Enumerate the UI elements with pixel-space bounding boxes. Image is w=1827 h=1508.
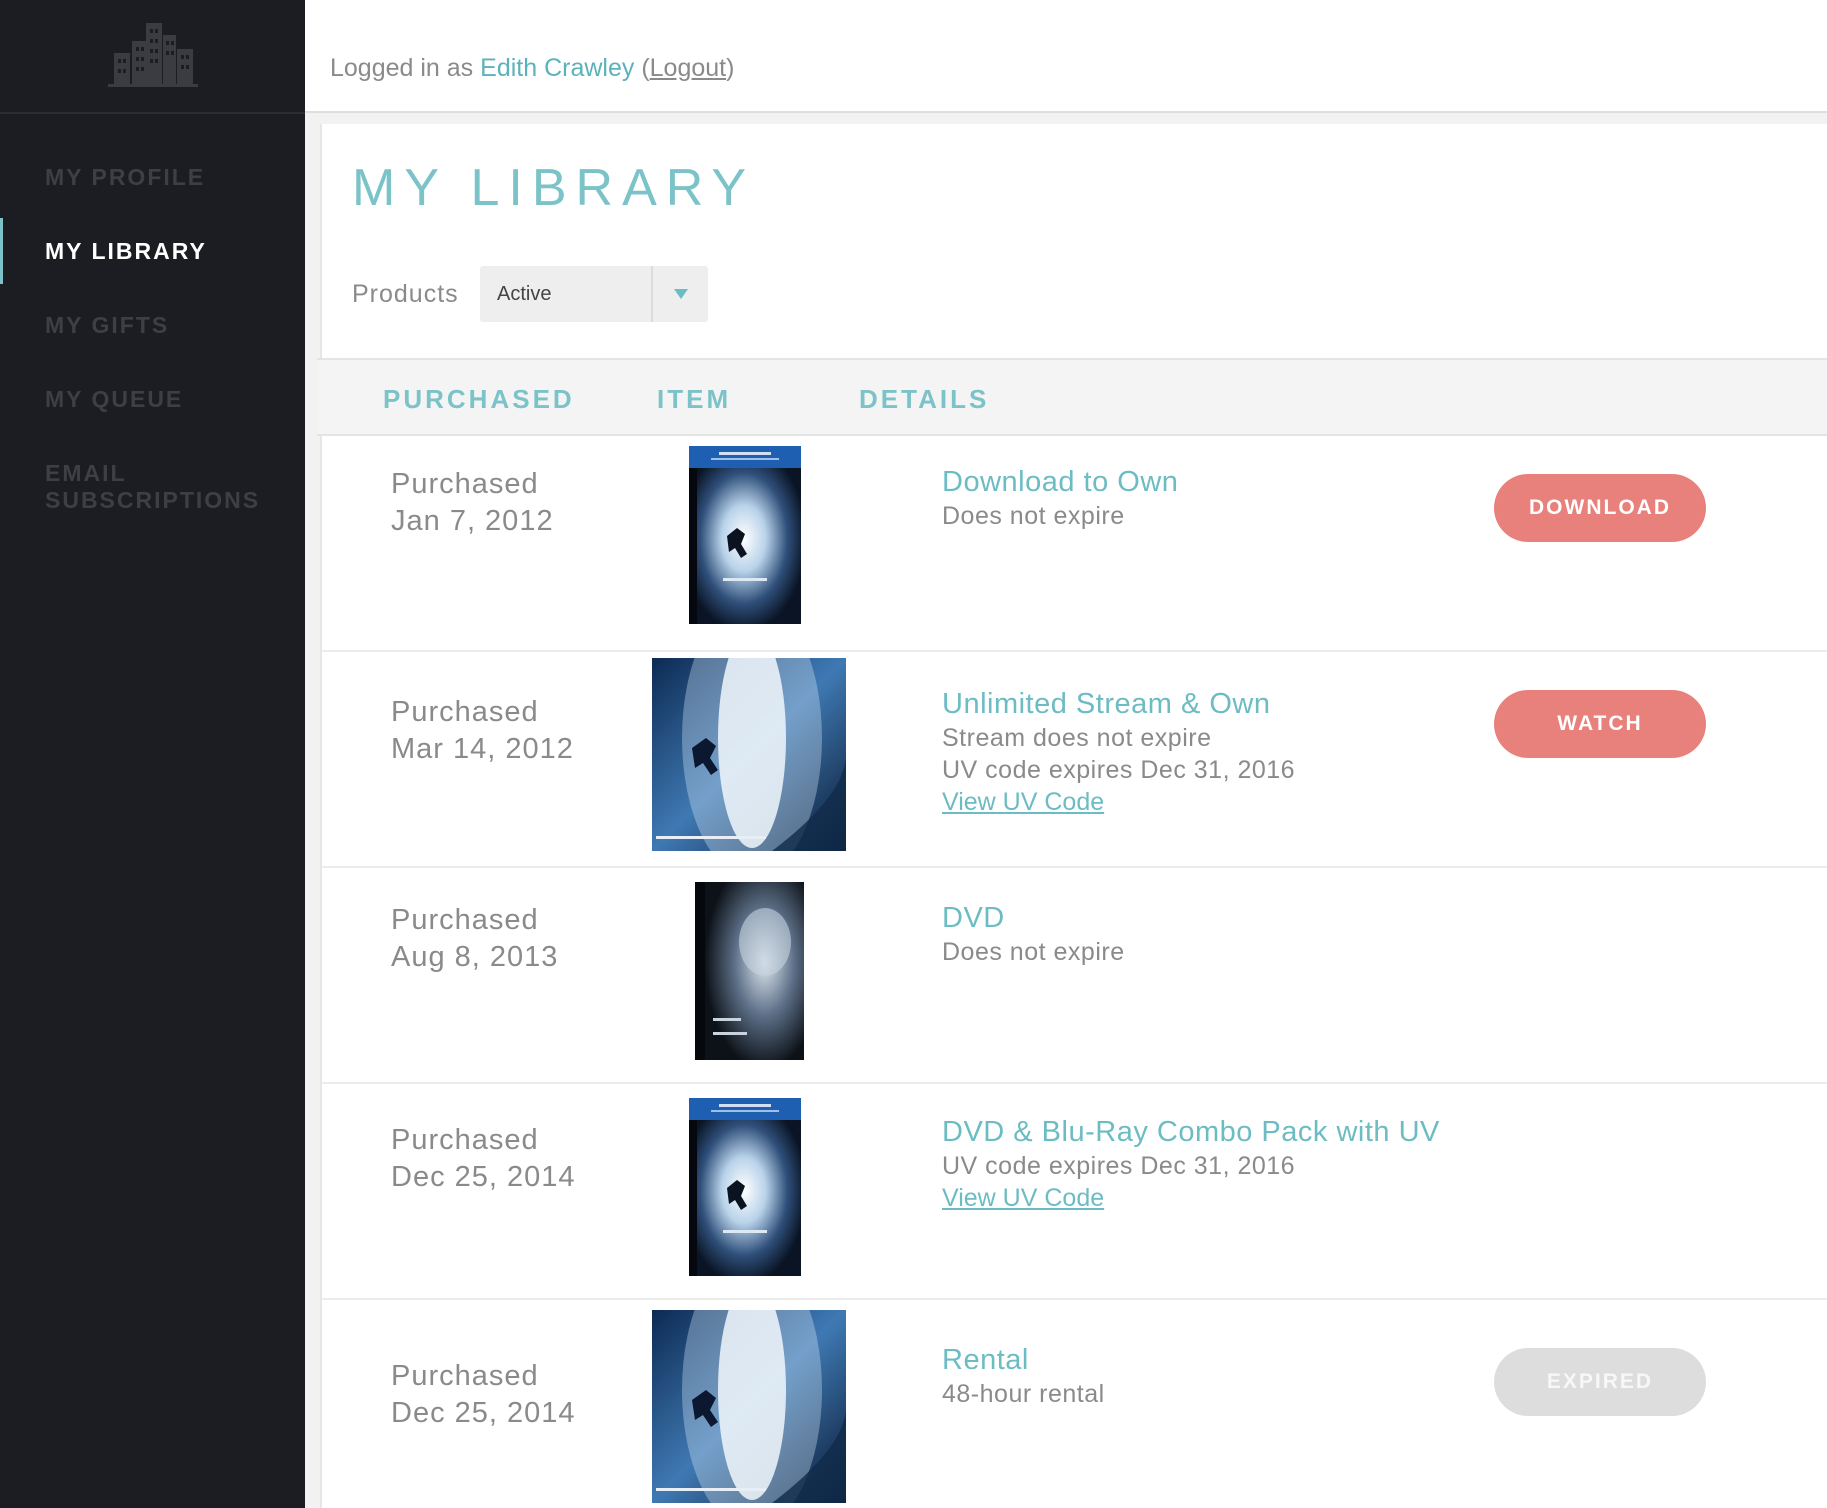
purchased-label: Purchased [391,696,539,728]
sidebar-header [0,0,305,114]
purchase-date: Purchased Dec 25, 2014 [391,1122,576,1196]
item-title: DVD & Blu-Ray Combo Pack with UV [942,1116,1440,1148]
view-uv-code-link[interactable]: View UV Code [942,786,1104,818]
library-panel: MY LIBRARY Products Active PURCHASED ITE… [317,124,1827,1508]
table-row: Purchased Aug 8, 2013 DVD Does not expir… [322,866,1827,1084]
purchased-label: Purchased [391,468,539,500]
products-filter-select[interactable]: Active [480,266,708,322]
purchase-date: Purchased Mar 14, 2012 [391,694,574,768]
purchased-label: Purchased [391,1360,539,1392]
purchased-date-value: Aug 8, 2013 [391,941,559,973]
purchase-date: Purchased Aug 8, 2013 [391,902,558,976]
products-filter-label: Products [352,280,459,308]
expired-button: EXPIRED [1494,1348,1706,1416]
item-detail-line: 48-hour rental [942,1380,1105,1408]
purchased-date-value: Jan 7, 2012 [391,505,554,537]
table-row: Purchased Jan 7, 2012 Download to Own Do… [322,434,1827,652]
table-row: Purchased Mar 14, 2012 Unlimited Stream … [322,598,1827,878]
item-detail-line: UV code expires Dec 31, 2016 [942,756,1296,784]
item-details: DVD Does not expire [942,900,1125,968]
table-row: Purchased Dec 25, 2014 DVD & Blu-Ray Com… [322,1082,1827,1300]
table-header: PURCHASED ITEM DETAILS [317,358,1827,436]
purchased-label: Purchased [391,1124,539,1156]
logout-wrapper: (Logout) [641,54,735,82]
item-detail-line: Does not expire [942,502,1125,530]
sidebar: MY PROFILE MY LIBRARY MY GIFTS MY QUEUE … [0,0,305,1508]
dvd-cover-image[interactable] [695,882,804,1065]
logged-in-prefix: Logged in as [330,54,474,82]
item-title: Unlimited Stream & Own [942,688,1271,720]
user-name-link[interactable]: Edith Crawley [480,54,634,82]
purchase-date: Purchased Jan 7, 2012 [391,466,554,540]
sidebar-item-my-queue[interactable]: MY QUEUE [0,386,265,413]
sidebar-item-my-gifts[interactable]: MY GIFTS [0,312,265,339]
item-details: Unlimited Stream & Own Stream does not e… [942,686,1295,818]
sidebar-item-my-profile[interactable]: MY PROFILE [0,164,265,191]
purchased-date-value: Mar 14, 2012 [391,733,574,765]
city-buildings-icon[interactable] [107,21,198,92]
sidebar-item-my-library[interactable]: MY LIBRARY [0,218,265,284]
item-title: Rental [942,1344,1029,1376]
item-details: DVD & Blu-Ray Combo Pack with UV UV code… [942,1114,1440,1214]
download-button[interactable]: DOWNLOAD [1494,474,1706,542]
sidebar-item-email-subscriptions[interactable]: EMAIL SUBSCRIPTIONS [0,460,265,514]
watch-button[interactable]: WATCH [1494,690,1706,758]
bluray-cover-image[interactable] [689,1098,801,1281]
column-header-details: DETAILS [859,384,990,414]
poster-cover-image[interactable] [652,1250,846,1508]
column-header-purchased: PURCHASED [383,384,575,414]
column-header-item: ITEM [657,384,732,414]
item-details: Rental 48-hour rental [942,1342,1105,1410]
purchased-label: Purchased [391,904,539,936]
item-detail-line: Stream does not expire [942,724,1212,752]
page-title: MY LIBRARY [352,159,756,217]
table-row: Purchased Dec 25, 2014 Rental 48-hour re… [322,1250,1827,1508]
sidebar-nav: MY PROFILE MY LIBRARY MY GIFTS MY QUEUE … [0,114,305,514]
bluray-cover-image[interactable] [689,446,801,629]
item-detail-line: UV code expires Dec 31, 2016 [942,1152,1296,1180]
chevron-down-icon[interactable] [651,266,708,322]
products-filter-value: Active [497,283,552,305]
purchase-date: Purchased Dec 25, 2014 [391,1358,576,1432]
item-details: Download to Own Does not expire [942,464,1178,532]
item-title: DVD [942,902,1005,934]
purchased-date-value: Dec 25, 2014 [391,1161,576,1193]
logout-link[interactable]: Logout [650,54,726,82]
top-bar: Logged in as Edith Crawley (Logout) [305,0,1827,113]
item-title: Download to Own [942,466,1179,498]
poster-cover-image[interactable] [652,598,846,878]
item-detail-line: Does not expire [942,938,1125,966]
purchased-date-value: Dec 25, 2014 [391,1397,576,1429]
login-status: Logged in as Edith Crawley (Logout) [330,54,734,83]
view-uv-code-link[interactable]: View UV Code [942,1182,1104,1214]
